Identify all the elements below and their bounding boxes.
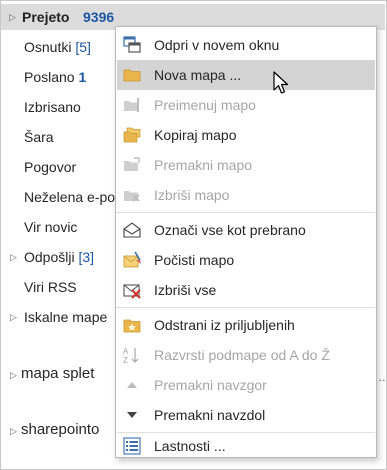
- menu-item-copy-folder[interactable]: Kopiraj mapo: [117, 120, 375, 150]
- move-folder-icon: [124, 157, 140, 171]
- folder-rss-label: Vir novic: [24, 219, 78, 235]
- menu-item-properties[interactable]: Lastnosti ...: [117, 431, 375, 461]
- expand-caret-icon[interactable]: ▷: [10, 312, 17, 323]
- menu-item-new-folder[interactable]: Nova mapa ...: [117, 60, 375, 90]
- menu-separator: [117, 212, 375, 213]
- folder-unwanted-label: Neželena e-po: [24, 189, 116, 205]
- clean-folder-icon: [123, 251, 141, 268]
- triangle-down-icon: [127, 412, 137, 418]
- folder-drafts-count: [5]: [75, 39, 91, 55]
- menu-item-clean-folder[interactable]: Počisti mapo: [117, 245, 375, 275]
- menu-item-mark-all-read[interactable]: Označi vse kot prebrano: [117, 215, 375, 245]
- menu-item-label: Preimenuj mapo: [154, 97, 256, 113]
- menu-item-delete-folder[interactable]: Izbriši mapo: [117, 180, 375, 210]
- menu-item-sort-subfolders[interactable]: A Z Razvrsti podmape od A do Ž: [117, 340, 375, 370]
- menu-item-move-down[interactable]: Premakni navzdol: [117, 400, 375, 430]
- folder-search-label: Iskalne mape: [24, 309, 108, 325]
- mailbox-group-2-label: sharepointo: [21, 421, 100, 438]
- folder-sent-label: Poslano: [24, 69, 75, 85]
- menu-item-label: Počisti mapo: [154, 252, 235, 268]
- menu-item-label: Premakni navzdol: [154, 407, 266, 423]
- menu-item-label: Premakni navzgor: [154, 377, 267, 393]
- svg-text:Z: Z: [123, 356, 128, 364]
- folder-junk-label: Šara: [24, 129, 54, 145]
- favorite-folder-icon: [123, 319, 141, 333]
- mailbox-group-2[interactable]: sharepointo: [21, 421, 99, 438]
- menu-item-label: Izbriši mapo: [154, 187, 230, 203]
- folder-rss-feeds[interactable]: Viri RSS: [24, 279, 77, 295]
- folder-conversation-label: Pogovor: [24, 159, 77, 175]
- menu-item-open-new-window[interactable]: Odpri v novem oknu: [117, 30, 375, 60]
- folder-inbox-label: Prejeto: [22, 9, 70, 25]
- menu-item-label: Označi vse kot prebrano: [154, 222, 306, 238]
- menu-item-label: Razvrsti podmape od A do Ž: [154, 347, 330, 363]
- folder-deleted-label: Izbrisano: [24, 99, 81, 115]
- expand-caret-icon[interactable]: ▷: [10, 426, 17, 437]
- menu-item-label: Odstrani iz priljubljenih: [154, 317, 295, 333]
- menu-item-delete-all[interactable]: Izbriši vse: [117, 275, 375, 305]
- menu-item-label: Premakni mapo: [154, 157, 253, 173]
- mailbox-group-1[interactable]: mapa splet: [21, 365, 94, 382]
- menu-item-label: Lastnosti ...: [154, 438, 226, 454]
- mailbox-group-1-label: mapa splet: [21, 365, 95, 382]
- expand-caret-icon[interactable]: ▷: [10, 370, 17, 381]
- triangle-up-icon: [127, 382, 137, 388]
- menu-item-rename-folder[interactable]: Preimenuj mapo: [117, 90, 375, 120]
- folder-rss[interactable]: Vir novic: [24, 219, 77, 235]
- sort-az-icon: A Z: [123, 347, 139, 364]
- expand-caret-icon[interactable]: ▷: [10, 252, 17, 263]
- menu-item-label: Odpri v novem oknu: [154, 37, 280, 53]
- folder-outbox-count: [3]: [78, 249, 95, 265]
- menu-item-remove-favorites[interactable]: Odstrani iz priljubljenih: [117, 310, 375, 340]
- folder-junk[interactable]: Šara: [24, 129, 54, 145]
- delete-folder-icon: [124, 191, 140, 202]
- menu-item-label: Izbriši vse: [154, 282, 217, 298]
- folder-search[interactable]: Iskalne mape: [24, 309, 107, 325]
- menu-separator: [117, 307, 375, 308]
- folder-outbox-label: Odpošlji: [24, 249, 75, 265]
- expand-caret-icon[interactable]: ▷: [9, 12, 16, 23]
- folder-conversation[interactable]: Pogovor: [24, 159, 76, 175]
- folder-drafts[interactable]: Osnutki [5]: [24, 39, 91, 55]
- new-window-icon: [123, 36, 141, 53]
- folder-sent-count: 1: [78, 69, 87, 85]
- folder-sent[interactable]: Poslano 1: [24, 69, 86, 85]
- folder-rss-feeds-label: Viri RSS: [24, 279, 77, 295]
- mouse-pointer-icon: [273, 71, 289, 94]
- folder-unwanted[interactable]: Neželena e-po: [24, 189, 115, 205]
- menu-item-label: Nova mapa ...: [154, 67, 242, 83]
- context-menu: Odpri v novem oknu Nova mapa ... Preimen…: [115, 26, 377, 458]
- menu-item-move-up[interactable]: Premakni navzgor: [117, 370, 375, 400]
- folder-icon: [123, 69, 141, 82]
- rename-folder-icon: [124, 98, 139, 112]
- open-envelope-icon: [123, 222, 141, 238]
- folder-outbox[interactable]: Odpošlji [3]: [24, 249, 94, 265]
- properties-icon: [123, 437, 141, 455]
- menu-item-move-folder[interactable]: Premakni mapo: [117, 150, 375, 180]
- folder-drafts-label: Osnutki: [24, 39, 72, 55]
- svg-text:A: A: [123, 347, 129, 356]
- folder-inbox-count: 9396: [83, 9, 115, 25]
- folder-deleted[interactable]: Izbrisano: [24, 99, 81, 115]
- menu-item-label: Kopiraj mapo: [154, 127, 237, 143]
- delete-all-icon: [123, 284, 141, 299]
- copy-folder-icon: [123, 127, 141, 143]
